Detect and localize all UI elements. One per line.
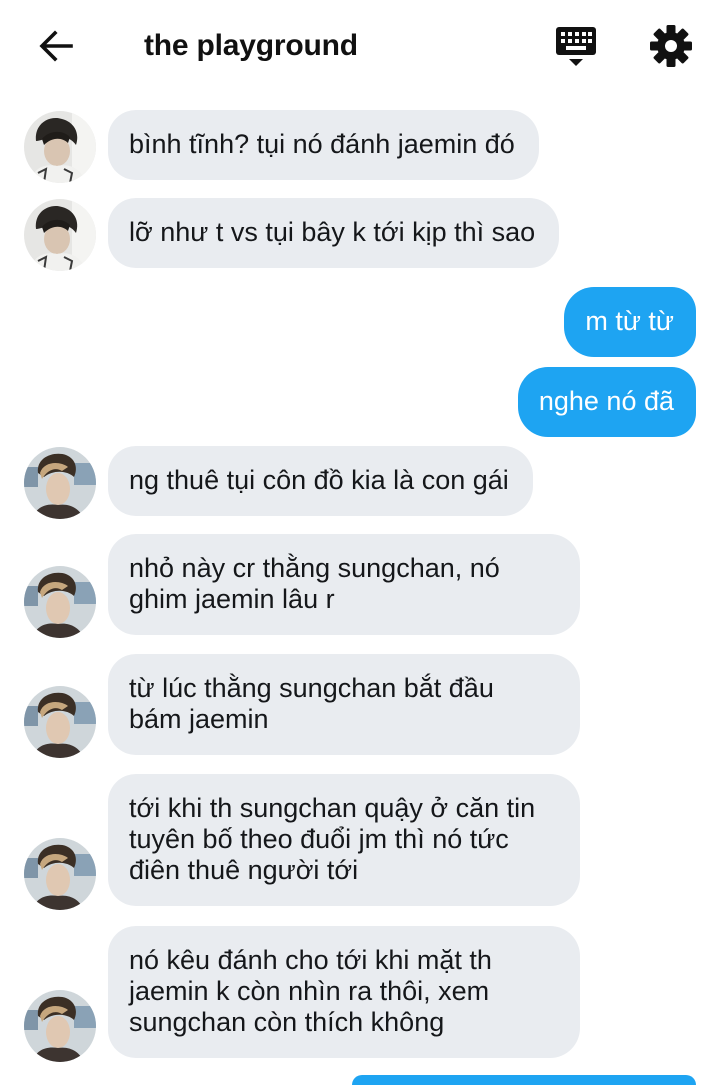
message-thread: bình tĩnh? tụi nó đánh jaemin đó lỡ như … <box>0 0 720 1085</box>
message-bubble-incoming[interactable]: tới khi th sungchan quậy ở căn tin tuyên… <box>108 774 580 906</box>
message-bubble-outgoing-partial[interactable] <box>352 1075 696 1085</box>
avatar-photo-a <box>24 111 96 183</box>
message-bubble-outgoing[interactable]: nghe nó đã <box>517 367 696 437</box>
message-row: nghe nó đã <box>0 367 720 439</box>
back-button[interactable] <box>34 26 78 66</box>
message-row: ng thuê tụi côn đồ kia là con gái <box>0 446 720 520</box>
gear-icon <box>650 25 692 67</box>
avatar-photo-b <box>24 838 96 910</box>
message-row: từ lúc thằng sungchan bắt đầu bám jaemin <box>0 654 720 758</box>
message-bubble-incoming[interactable]: lỡ như t vs tụi bây k tới kịp thì sao <box>108 198 560 268</box>
chat-title: the playground <box>144 29 358 62</box>
message-bubble-incoming[interactable]: nó kêu đánh cho tới khi mặt th jaemin k … <box>108 926 580 1058</box>
keyboard-icon <box>556 27 596 66</box>
message-row: lỡ như t vs tụi bây k tới kịp thì sao <box>0 198 720 272</box>
arrow-left-icon <box>39 30 73 62</box>
message-bubble-incoming[interactable]: nhỏ này cr thằng sungchan, nó ghim jaemi… <box>108 534 580 635</box>
avatar-photo-b <box>24 686 96 758</box>
message-bubble-incoming[interactable]: từ lúc thằng sungchan bắt đầu bám jaemin <box>108 654 580 755</box>
avatar[interactable] <box>24 838 96 910</box>
avatar-photo-b <box>24 447 96 519</box>
message-row: m từ từ <box>0 287 720 359</box>
avatar-photo-b <box>24 566 96 638</box>
message-bubble-outgoing[interactable]: m từ từ <box>564 287 696 357</box>
message-bubble-incoming[interactable]: ng thuê tụi côn đồ kia là con gái <box>108 446 533 516</box>
message-row: nhỏ này cr thằng sungchan, nó ghim jaemi… <box>0 534 720 638</box>
avatar[interactable] <box>24 199 96 271</box>
avatar-photo-b <box>24 990 96 1062</box>
settings-button[interactable] <box>648 23 694 69</box>
message-row: tới khi th sungchan quậy ở căn tin tuyên… <box>0 774 720 910</box>
keyboard-button[interactable] <box>552 24 600 70</box>
avatar[interactable] <box>24 447 96 519</box>
avatar-photo-a <box>24 199 96 271</box>
chat-header: the playground <box>0 0 720 92</box>
avatar[interactable] <box>24 990 96 1062</box>
message-bubble-incoming[interactable]: bình tĩnh? tụi nó đánh jaemin đó <box>108 110 539 180</box>
message-row: nó kêu đánh cho tới khi mặt th jaemin k … <box>0 926 720 1062</box>
avatar[interactable] <box>24 111 96 183</box>
avatar[interactable] <box>24 566 96 638</box>
avatar[interactable] <box>24 686 96 758</box>
message-row: bình tĩnh? tụi nó đánh jaemin đó <box>0 110 720 184</box>
